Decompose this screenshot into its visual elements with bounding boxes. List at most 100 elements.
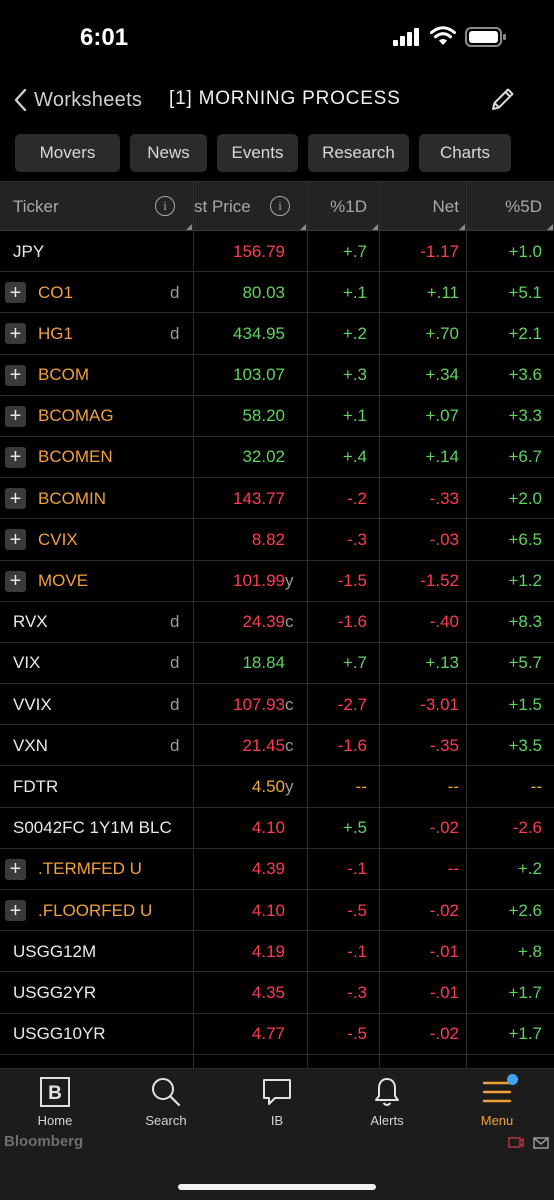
table-row[interactable]: RVX d 24.39 c -1.6 -.40 +8.3 bbox=[0, 602, 554, 643]
chip-events[interactable]: Events bbox=[217, 134, 298, 172]
net-change-cell: +.07 bbox=[425, 406, 459, 426]
ticker-cell[interactable]: .FLOORFED U bbox=[38, 890, 152, 931]
expand-plus-button[interactable]: + bbox=[5, 282, 26, 304]
table-row[interactable]: + BCOMAG 58.20 +.1 +.07 +3.3 bbox=[0, 396, 554, 437]
net-change-cell: -1.17 bbox=[420, 241, 459, 261]
pct1d-cell: +.4 bbox=[342, 447, 367, 467]
pct5d-cell: +2.0 bbox=[508, 488, 542, 508]
info-icon[interactable]: i bbox=[155, 196, 175, 216]
table-row[interactable]: + .TERMFED U 4.39 -.1 -- +.2 bbox=[0, 849, 554, 890]
ticker-cell[interactable]: FDTR bbox=[13, 766, 58, 807]
table-row[interactable]: + CO1 d 80.03 +.1 +.11 +5.1 bbox=[0, 272, 554, 314]
battery-icon bbox=[465, 27, 506, 47]
expand-plus-button[interactable]: + bbox=[5, 570, 26, 592]
svg-text:B: B bbox=[48, 1083, 62, 1104]
table-row[interactable]: USGG10YR 4.77 -.5 -.02 +1.7 bbox=[0, 1014, 554, 1055]
expand-plus-button[interactable]: + bbox=[5, 488, 26, 510]
table-row[interactable]: S0042FC 1Y1M BLC 4.10 +.5 -.02 -2.6 bbox=[0, 808, 554, 849]
ticker-cell[interactable]: USGG12M bbox=[13, 931, 96, 972]
expand-plus-button[interactable]: + bbox=[5, 446, 26, 468]
table-row[interactable]: VVIX d 107.93 c -2.7 -3.01 +1.5 bbox=[0, 684, 554, 726]
pencil-edit-icon[interactable] bbox=[488, 84, 518, 114]
chip-news[interactable]: News bbox=[130, 134, 207, 172]
pct1d-cell: +.2 bbox=[342, 323, 367, 343]
table-row[interactable]: VIX d 18.84 +.7 +.13 +5.7 bbox=[0, 643, 554, 685]
ticker-cell[interactable]: USGG10YR bbox=[13, 1014, 106, 1055]
column-resize-handle[interactable] bbox=[372, 224, 378, 230]
tab-home-label: Home bbox=[37, 1113, 73, 1128]
ticker-cell[interactable]: RVX bbox=[13, 602, 48, 643]
pct5d-cell: +1.0 bbox=[508, 241, 542, 261]
col-ticker-header[interactable]: Ticker i bbox=[13, 182, 193, 232]
ticker-cell[interactable]: VXN bbox=[13, 725, 48, 766]
tab-menu[interactable]: Menu bbox=[452, 1075, 542, 1133]
expand-plus-button[interactable]: + bbox=[5, 323, 26, 345]
pct1d-cell: -.5 bbox=[347, 900, 367, 920]
table-row[interactable]: + MOVE 101.99 y -1.5 -1.52 +1.2 bbox=[0, 561, 554, 602]
table-row[interactable]: USGG2YR 4.35 -.3 -.01 +1.7 bbox=[0, 972, 554, 1014]
last-price-cell: 32.02 bbox=[193, 437, 296, 478]
ticker-cell[interactable]: CVIX bbox=[38, 519, 78, 560]
col-pct5d-header[interactable]: %5D bbox=[466, 182, 554, 232]
ticker-cell[interactable]: HG1 bbox=[38, 313, 73, 354]
tab-home[interactable]: B Home bbox=[10, 1075, 100, 1133]
col-last-price-header[interactable]: st Price i bbox=[193, 182, 307, 232]
ticker-cell[interactable]: VVIX bbox=[13, 684, 52, 725]
expand-plus-button[interactable]: + bbox=[5, 900, 26, 921]
pct1d-cell: +.1 bbox=[342, 406, 367, 426]
net-change-cell: -.01 bbox=[429, 982, 459, 1002]
table-row[interactable]: FDTR 4.50 y -- -- -- bbox=[0, 766, 554, 808]
table-row[interactable]: + BCOM 103.07 +.3 +.34 +3.6 bbox=[0, 355, 554, 396]
column-resize-handle[interactable] bbox=[459, 224, 465, 230]
pct1d-cell: +.3 bbox=[342, 365, 367, 385]
tab-alerts[interactable]: Alerts bbox=[342, 1075, 432, 1133]
table-row[interactable]: + BCOMIN 143.77 -.2 -.33 +2.0 bbox=[0, 478, 554, 520]
ticker-cell[interactable]: S0042FC 1Y1M BLC bbox=[13, 808, 172, 849]
net-change-cell: +.34 bbox=[425, 365, 459, 385]
bell-icon bbox=[375, 1078, 399, 1106]
ticker-cell[interactable]: USGG2YR bbox=[13, 972, 96, 1013]
last-price-cell: 4.77 bbox=[193, 1014, 296, 1055]
ticker-cell[interactable]: BCOMAG bbox=[38, 396, 114, 437]
table-row[interactable]: + CVIX 8.82 -.3 -.03 +6.5 bbox=[0, 519, 554, 561]
ticker-cell[interactable]: JPY bbox=[13, 231, 44, 272]
table-row[interactable]: JPY 156.79 +.7 -1.17 +1.0 bbox=[0, 231, 554, 273]
column-resize-handle[interactable] bbox=[547, 224, 553, 230]
tab-ib[interactable]: IB bbox=[232, 1075, 322, 1133]
expand-plus-button[interactable]: + bbox=[5, 405, 26, 427]
table-row[interactable]: + HG1 d 434.95 +.2 +.70 +2.1 bbox=[0, 313, 554, 355]
chip-research[interactable]: Research bbox=[308, 134, 409, 172]
pct1d-cell: -.3 bbox=[347, 982, 367, 1002]
net-change-cell: -.35 bbox=[429, 735, 459, 755]
ticker-cell[interactable]: .TERMFED U bbox=[38, 849, 142, 890]
table-row[interactable]: + .FLOORFED U 4.10 -.5 -.02 +2.6 bbox=[0, 890, 554, 932]
column-resize-handle[interactable] bbox=[186, 224, 192, 230]
back-button[interactable]: Worksheets bbox=[14, 86, 142, 114]
tab-ib-label: IB bbox=[270, 1113, 284, 1128]
pct5d-cell: +1.2 bbox=[508, 571, 542, 590]
chip-movers[interactable]: Movers bbox=[15, 134, 120, 172]
ticker-cell[interactable]: BCOMIN bbox=[38, 478, 106, 519]
column-resize-handle[interactable] bbox=[300, 224, 306, 230]
expand-plus-button[interactable]: + bbox=[5, 858, 26, 880]
ticker-cell[interactable]: BCOM bbox=[38, 355, 89, 396]
ticker-cell[interactable]: CO1 bbox=[38, 272, 73, 313]
home-indicator[interactable] bbox=[178, 1184, 376, 1190]
info-icon[interactable]: i bbox=[270, 196, 290, 216]
ticker-cell[interactable]: VIX bbox=[13, 643, 40, 684]
last-price-value: 4.50 bbox=[251, 776, 285, 796]
expand-plus-button[interactable]: + bbox=[5, 364, 26, 386]
table-row[interactable]: VXN d 21.45 c -1.6 -.35 +3.5 bbox=[0, 725, 554, 767]
last-price-cell: 156.79 bbox=[193, 231, 296, 272]
ticker-cell[interactable]: BCOMEN bbox=[38, 437, 113, 478]
chip-charts[interactable]: Charts bbox=[419, 134, 511, 172]
col-net-header[interactable]: Net bbox=[379, 182, 466, 232]
table-row[interactable]: + BCOMEN 32.02 +.4 +.14 +6.7 bbox=[0, 437, 554, 479]
expand-plus-button[interactable]: + bbox=[5, 529, 26, 551]
ticker-cell[interactable]: MOVE bbox=[38, 561, 88, 602]
net-change-cell: +.13 bbox=[425, 653, 459, 673]
chevron-left-icon bbox=[14, 88, 27, 112]
col-pct1d-header[interactable]: %1D bbox=[307, 182, 379, 232]
table-row[interactable]: USGG12M 4.19 -.1 -.01 +.8 bbox=[0, 931, 554, 973]
tab-search[interactable]: Search bbox=[121, 1075, 211, 1133]
